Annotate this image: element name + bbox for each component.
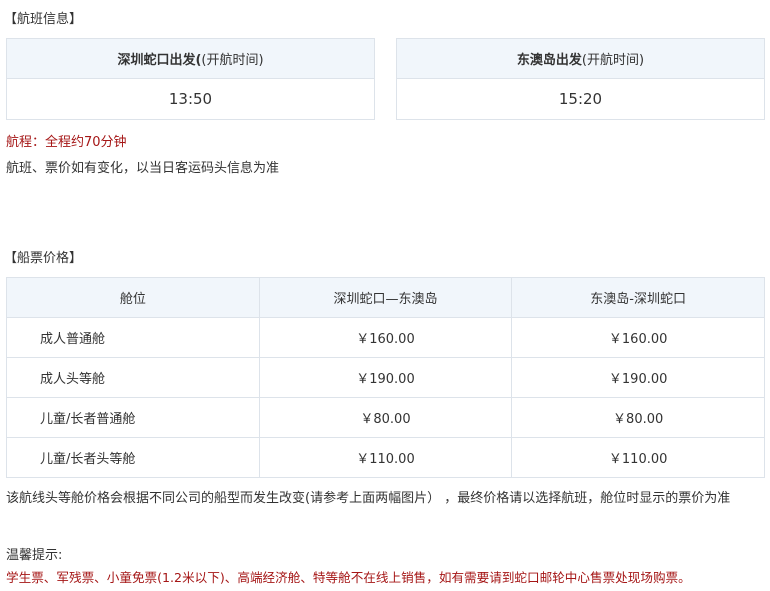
departure-label-note: (开航时间)	[201, 53, 264, 68]
departure-header: 东澳岛出发 (开航时间)	[397, 39, 764, 79]
cabin-name: 成人普通舱	[6, 317, 260, 358]
price-title: 【船票价格】	[4, 251, 83, 266]
table-row: 儿童/长者普通舱 ￥80.00 ￥80.00	[6, 397, 765, 438]
departure-label: 东澳岛出发	[516, 53, 582, 68]
table-row: 成人普通舱 ￥160.00 ￥160.00	[6, 317, 765, 358]
header-cabin: 舱位	[6, 277, 260, 318]
departure-label: 深圳蛇口出发(	[117, 53, 202, 68]
price-outbound: ￥80.00	[258, 397, 513, 438]
price-note: 该航线头等舱价格会根据不同公司的船型而发生改变(请参考上面两幅图片） ，最终价格…	[6, 491, 731, 506]
departure-label-note: (开航时间)	[581, 53, 645, 68]
price-return: ￥160.00	[511, 317, 765, 358]
schedule-notice: 航班、票价如有变化，以当日客运码头信息为准	[6, 161, 280, 176]
table-header-row: 舱位 深圳蛇口—东澳岛 东澳岛-深圳蛇口	[6, 277, 765, 318]
table-row: 儿童/长者头等舱 ￥110.00 ￥110.00	[6, 437, 765, 478]
header-outbound: 深圳蛇口—东澳岛	[258, 277, 513, 318]
table-row: 成人头等舱 ￥190.00 ￥190.00	[6, 357, 765, 398]
price-outbound: ￥160.00	[258, 317, 513, 358]
tips-text: 学生票、军残票、小童免票(1.2米以下)、高端经济舱、特等舱不在线上销售，如有需…	[6, 570, 691, 585]
price-outbound: ￥110.00	[258, 437, 513, 478]
departure-time: 15:20	[558, 90, 603, 108]
cabin-name: 儿童/长者头等舱	[6, 437, 260, 478]
header-return: 东澳岛-深圳蛇口	[511, 277, 765, 318]
price-return: ￥190.00	[511, 357, 765, 398]
price-return: ￥110.00	[511, 437, 765, 478]
price-table: 舱位 深圳蛇口—东澳岛 东澳岛-深圳蛇口 成人普通舱 ￥160.00 ￥160.00…	[6, 277, 765, 478]
cabin-name: 儿童/长者普通舱	[6, 397, 260, 438]
schedule-title: 【航班信息】	[4, 12, 83, 27]
cabin-name: 成人头等舱	[6, 357, 260, 398]
tips-title: 温馨提示:	[6, 548, 63, 563]
price-outbound: ￥190.00	[258, 357, 513, 398]
departure-box-dongao: 东澳岛出发 (开航时间) 15:20	[396, 38, 765, 120]
price-return: ￥80.00	[511, 397, 765, 438]
departure-time: 13:50	[168, 90, 213, 108]
departure-box-shekou: 深圳蛇口出发((开航时间) 13:50	[6, 38, 375, 120]
duration-text: 航程：全程约70分钟	[6, 135, 127, 150]
departure-header: 深圳蛇口出发((开航时间)	[7, 39, 374, 79]
